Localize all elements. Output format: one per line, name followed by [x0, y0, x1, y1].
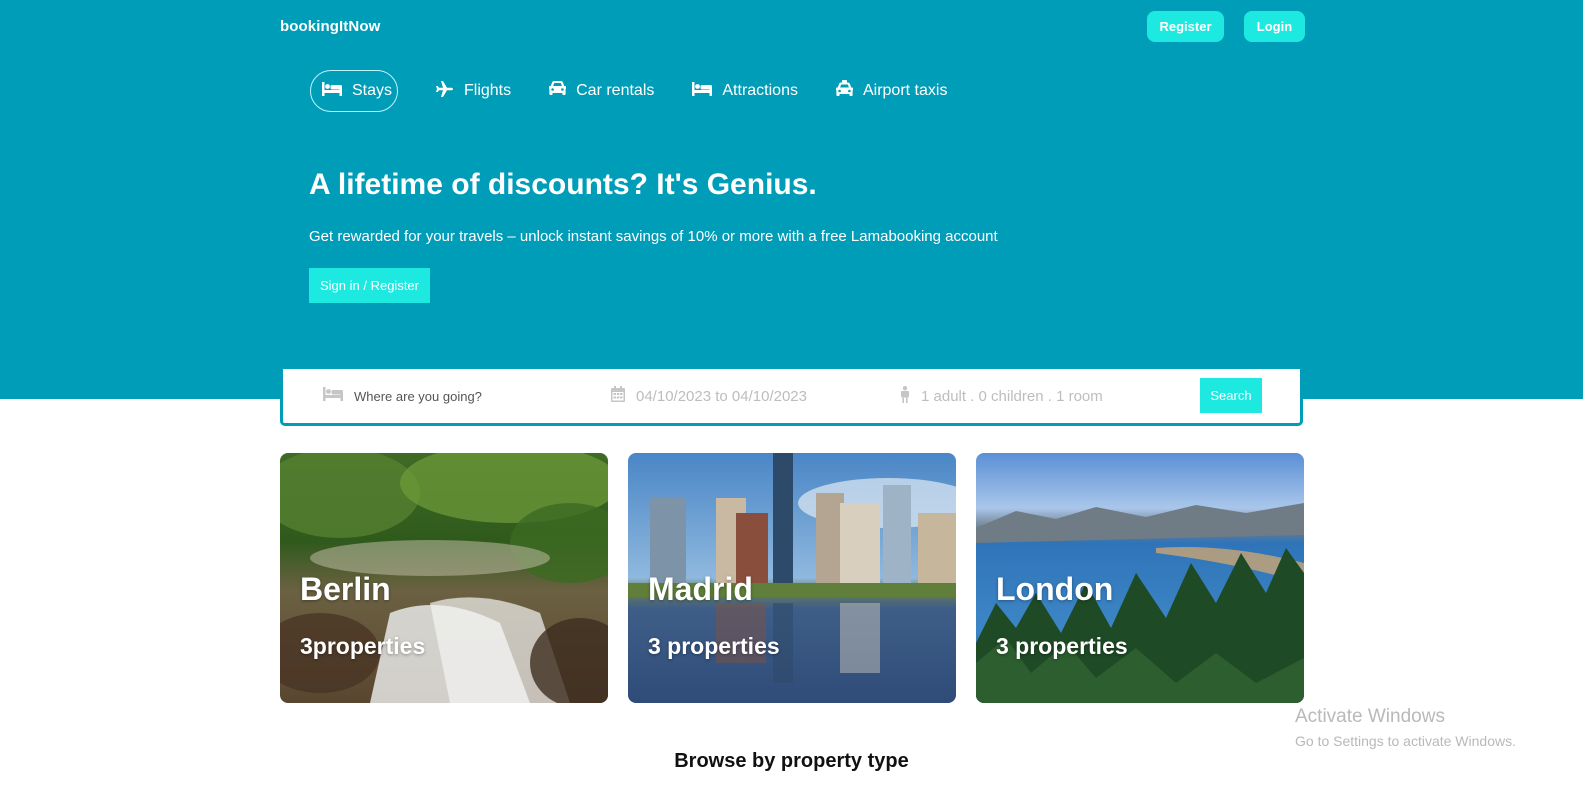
hero-title: A lifetime of discounts? It's Genius.: [309, 168, 817, 201]
featured-card-berlin[interactable]: Berlin 3properties: [280, 453, 608, 703]
featured-card-madrid[interactable]: Madrid 3 properties: [628, 453, 956, 703]
hero-description: Get rewarded for your travels – unlock i…: [309, 228, 998, 245]
guests-field[interactable]: 1 adult . 0 children . 1 room: [900, 369, 1103, 423]
guests-text: 1 adult . 0 children . 1 room: [921, 387, 1103, 405]
tab-label: Attractions: [722, 82, 798, 99]
sign-in-register-button[interactable]: Sign in / Register: [309, 268, 430, 303]
hero-banner: bookingItNow Register Login Stays Flight…: [0, 0, 1583, 399]
page: bookingItNow Register Login Stays Flight…: [0, 0, 1583, 789]
calendar-icon: [611, 386, 625, 406]
tab-airport-taxis[interactable]: Airport taxis: [835, 70, 948, 112]
category-tabs: Stays Flights Car rentals Attractions Ai…: [310, 70, 947, 112]
destination-input[interactable]: Where are you going?: [354, 389, 482, 404]
tab-label: Stays: [352, 82, 393, 99]
property-count: 3properties: [300, 633, 426, 659]
logo[interactable]: bookingItNow: [280, 18, 380, 35]
plane-icon: [436, 80, 454, 102]
tab-stays[interactable]: Stays: [310, 70, 398, 112]
property-count: 3 properties: [996, 633, 1128, 659]
featured-cities: Berlin 3properties Madrid 3 properties L…: [280, 453, 1304, 703]
navbar: bookingItNow Register Login: [280, 10, 1305, 42]
register-button[interactable]: Register: [1147, 10, 1224, 42]
nav-actions: Register Login: [1147, 10, 1305, 42]
property-count: 3 properties: [648, 633, 780, 659]
date-field[interactable]: 04/10/2023 to 04/10/2023: [611, 369, 807, 423]
featured-card-london[interactable]: London 3 properties: [976, 453, 1304, 703]
browse-property-type-title: Browse by property type: [674, 750, 909, 772]
taxi-icon: [835, 80, 853, 102]
search-button[interactable]: Search: [1200, 378, 1262, 413]
watermark-title: Activate Windows: [1295, 706, 1445, 727]
date-range-text: 04/10/2023 to 04/10/2023: [636, 387, 807, 405]
tab-label: Flights: [464, 82, 512, 99]
tab-label: Airport taxis: [862, 82, 948, 99]
login-button[interactable]: Login: [1244, 10, 1305, 42]
tab-attractions[interactable]: Attractions: [692, 70, 798, 112]
windows-activation-watermark: Activate Windows Go to Settings to activ…: [1295, 706, 1516, 749]
bed-icon: [323, 386, 343, 406]
search-bar: Where are you going? 04/10/2023 to 04/10…: [280, 369, 1303, 426]
tab-flights[interactable]: Flights: [436, 70, 511, 112]
tab-label: Car rentals: [576, 82, 655, 99]
city-name: London: [996, 571, 1114, 607]
car-icon: [549, 81, 567, 101]
watermark-subtitle: Go to Settings to activate Windows.: [1295, 733, 1516, 749]
destination-field[interactable]: Where are you going?: [323, 369, 482, 423]
bed-icon: [692, 81, 713, 101]
person-icon: [900, 385, 910, 407]
bed-icon: [322, 81, 342, 101]
city-name: Berlin: [300, 571, 391, 607]
tab-car-rentals[interactable]: Car rentals: [549, 70, 654, 112]
city-name: Madrid: [648, 571, 753, 607]
